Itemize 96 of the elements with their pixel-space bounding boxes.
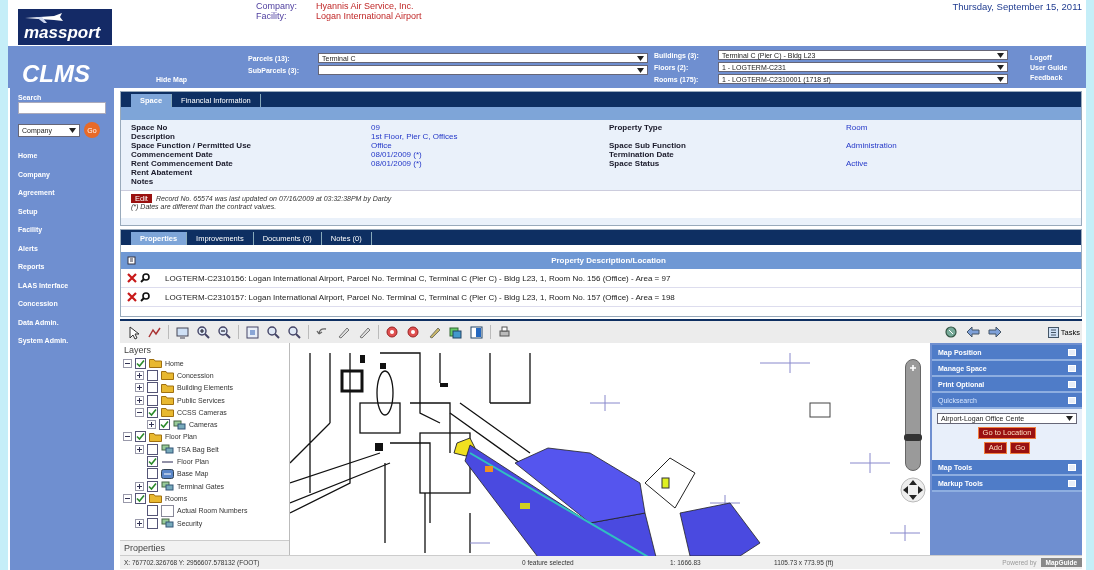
tree-toggle-icon[interactable] <box>135 481 144 491</box>
checkbox[interactable] <box>135 492 146 504</box>
field-label: Termination Date <box>609 150 675 159</box>
field-value: Administration <box>846 141 898 150</box>
caret-icon <box>1066 416 1073 421</box>
field-value: 08/01/2009 (*) <box>371 150 423 159</box>
field-value: Active <box>846 159 869 168</box>
tree-toggle-icon[interactable] <box>123 358 132 368</box>
checkbox[interactable] <box>147 443 158 455</box>
list-icon <box>1047 326 1059 338</box>
search-icon[interactable] <box>140 292 150 302</box>
pan-control-icon[interactable] <box>900 477 926 503</box>
field-label: Space No <box>131 123 169 132</box>
field-value: 09 <box>371 123 381 132</box>
folder-icon <box>149 493 162 504</box>
folder-icon <box>161 370 174 381</box>
app-name: CLMS <box>21 60 91 88</box>
checkbox[interactable] <box>147 468 158 480</box>
magnifier-icon[interactable] <box>287 324 302 340</box>
field-label: Rent Abatement <box>131 168 194 177</box>
plus-icon[interactable] <box>909 364 917 372</box>
delete-icon[interactable] <box>127 273 137 283</box>
checkbox[interactable] <box>147 406 158 418</box>
checkbox[interactable] <box>159 419 170 431</box>
zoom-in-icon[interactable] <box>196 324 211 340</box>
folder-icon <box>161 395 174 406</box>
zoom-out-icon[interactable] <box>217 324 232 340</box>
search-field[interactable] <box>18 102 106 114</box>
facility-label: Facility: <box>256 11 288 21</box>
layers-icon[interactable] <box>448 324 463 340</box>
folder-icon <box>161 382 174 393</box>
field-label: Description <box>131 132 176 141</box>
checkbox[interactable] <box>135 357 146 369</box>
field-label: Space Status <box>609 159 661 168</box>
map-image-icon <box>161 468 174 479</box>
table-cell: LOGTERM-C2310157: Logan International Airport, Parcel No. Terminal C, Terminal C (Pier C) - Bldg L23, 1, Room No. 157 (Office) - Area = 198 <box>165 292 675 302</box>
layers-icon <box>173 419 186 430</box>
table-cell: LOGTERM-C2310156: Logan International Airport, Parcel No. Terminal C, Terminal C (Pier C) - Bldg L23, 1, Room No. 156 (Office) - Area = 97 <box>165 273 671 283</box>
tree-toggle-icon[interactable] <box>147 420 156 430</box>
checkbox[interactable] <box>147 505 158 517</box>
facility-name: Logan International Airport <box>316 11 422 21</box>
field-label: Rent Commencement Date <box>131 159 234 168</box>
checkbox[interactable] <box>147 456 158 467</box>
magnifier-icon[interactable] <box>266 324 281 340</box>
zoom-slider[interactable] <box>905 359 921 471</box>
dropdown[interactable] <box>318 65 648 75</box>
field-value: Room <box>846 123 869 132</box>
tree-toggle-icon[interactable] <box>135 518 144 528</box>
checkbox[interactable] <box>135 431 146 443</box>
layers-icon <box>161 481 174 492</box>
folder-icon <box>149 358 162 369</box>
forward-arrow-icon[interactable] <box>988 325 1002 339</box>
cursor-icon[interactable] <box>126 324 141 340</box>
delete-icon[interactable] <box>127 292 137 302</box>
panel-title: Properties <box>120 540 289 555</box>
checkbox[interactable] <box>147 382 158 394</box>
logo-text: massport <box>24 24 102 42</box>
caret-icon <box>69 127 76 133</box>
tree-toggle-icon[interactable] <box>135 383 144 393</box>
checkbox[interactable] <box>147 369 158 381</box>
slider-thumb[interactable] <box>904 433 922 441</box>
date-text: Thursday, September 15, 2011 <box>952 1 1082 12</box>
target-icon[interactable] <box>385 324 400 340</box>
tree-toggle-icon[interactable] <box>135 444 144 454</box>
monitor-icon[interactable] <box>175 324 190 340</box>
tree-toggle-icon[interactable] <box>123 432 132 442</box>
field-value: 08/01/2009 (*) <box>371 159 423 168</box>
company-name: Hyannis Air Service, Inc. <box>316 1 415 11</box>
tree-toggle-icon[interactable] <box>135 395 144 405</box>
layers-icon <box>161 444 174 455</box>
field-label: Notes <box>131 177 155 186</box>
layers-icon <box>161 518 174 528</box>
folder-icon <box>149 431 162 442</box>
field-value: Office <box>371 141 393 150</box>
search-icon[interactable] <box>140 273 150 283</box>
checkbox[interactable] <box>147 517 158 529</box>
tree-toggle-icon[interactable] <box>135 370 144 380</box>
checkbox[interactable] <box>147 480 158 492</box>
window-icon[interactable] <box>469 324 484 340</box>
tree-toggle-icon[interactable] <box>123 493 132 503</box>
printer-icon[interactable] <box>497 324 512 340</box>
field-label: Space Sub Function <box>609 141 687 150</box>
back-arrow-icon[interactable] <box>966 325 980 339</box>
blank-square-icon <box>161 504 174 517</box>
field-label: Space Function / Permitted Use <box>131 141 253 150</box>
field-label: Commencement Date <box>131 150 214 159</box>
panel-title: Layers <box>123 344 152 357</box>
column-header: Property Description/Location <box>550 256 667 265</box>
target-icon[interactable] <box>406 324 421 340</box>
folder-icon <box>161 407 174 418</box>
field-value: 1st Floor, Pier C, Offices <box>371 132 459 141</box>
checkbox[interactable] <box>147 394 158 406</box>
tree-toggle-icon[interactable] <box>135 407 144 417</box>
company-label: Company: <box>256 1 299 11</box>
field-label: Property Type <box>609 123 664 132</box>
new-page-icon[interactable] <box>127 256 136 265</box>
